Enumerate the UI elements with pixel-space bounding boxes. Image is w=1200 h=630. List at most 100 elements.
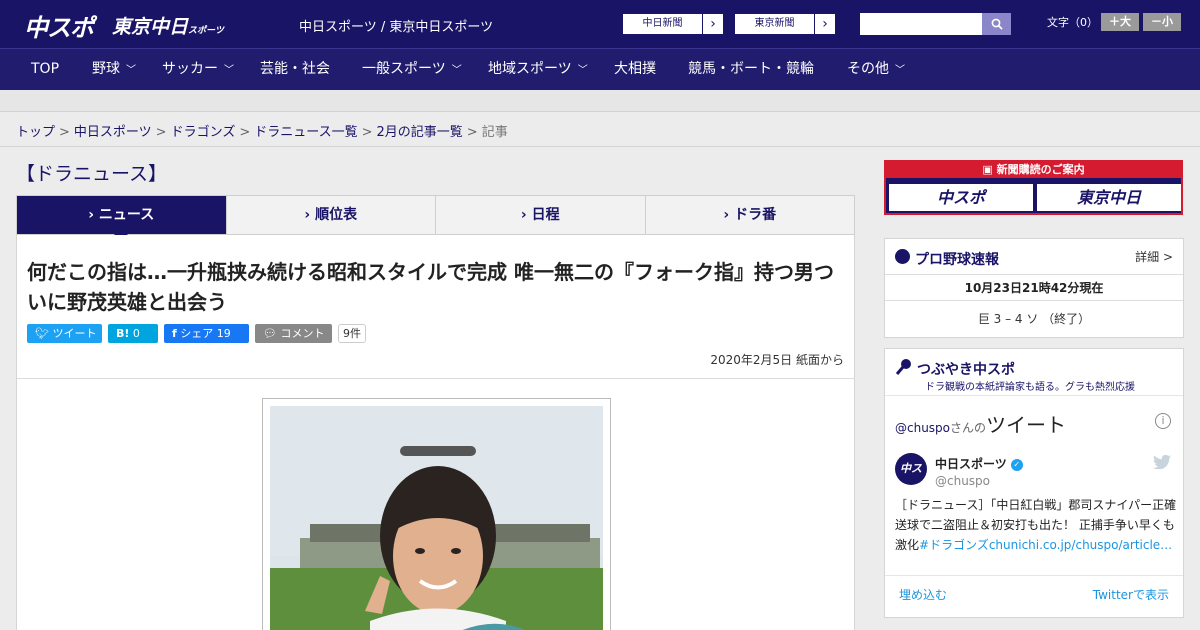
article-photo[interactable] [262, 398, 611, 630]
twitter-widget: つぶやき中スポ ドラ観戦の本紙評論家も語る。グラも熱烈応援 @chuspoさんの… [884, 348, 1184, 618]
article-title: 何だこの指は…一升瓶挟み続ける昭和スタイルで完成 唯一無二の『フォーク指』持つ男… [27, 260, 834, 314]
twitter-bird-icon[interactable] [1153, 455, 1171, 469]
breadcrumb-separator: > [239, 125, 251, 140]
top-header: 中スポ 東京中日スポーツ 中日スポーツ / 東京中日スポーツ 中日新聞 › 東京… [0, 0, 1200, 48]
chunichi-shimbun-label: 中日新聞 [623, 14, 703, 34]
chevron-down-icon: ﹀ [224, 65, 234, 76]
breadcrumb-separator: > [361, 125, 373, 140]
tweets-handle-heading: @chuspoさんのツイート [895, 409, 1066, 438]
tab-schedule[interactable]: › 日程 [436, 196, 646, 234]
nav-label: サッカー [162, 61, 218, 77]
chevron-down-icon: ﹀ [451, 65, 462, 76]
subscribe-tokyo-logo[interactable]: 東京中日 [1037, 184, 1181, 211]
chunichi-shimbun-button[interactable]: 中日新聞 › [622, 13, 724, 35]
tweet-user-handle[interactable]: @chuspo [935, 474, 990, 488]
view-on-twitter-link[interactable]: Twitterで表示 [1093, 586, 1169, 603]
nav-label: 地域スポーツ [488, 61, 572, 77]
subscribe-heading-text: 新聞購読のご案内 [996, 163, 1085, 176]
baseball-icon [895, 249, 910, 264]
breadcrumb-link-chunichi-sports[interactable]: 中日スポーツ [74, 125, 152, 140]
comment-label: コメント [280, 326, 325, 340]
tab-standings[interactable]: › 順位表 [227, 196, 436, 234]
hatena-count: 0 [132, 326, 140, 340]
breadcrumb-separator: > [155, 125, 167, 140]
embed-link[interactable]: 埋め込む [899, 586, 947, 603]
chuspo-logo[interactable]: 中スポ [24, 8, 94, 42]
search-icon [991, 18, 1003, 30]
nav-item-soccer[interactable]: サッカー ﹀ [162, 49, 234, 91]
comment-icon: 💬︎ [263, 326, 281, 340]
breadcrumb-separator: > [466, 125, 478, 140]
text-size-label: 文字（0） [1047, 16, 1098, 29]
nav-item-other[interactable]: その他 ﹀ [847, 49, 905, 91]
nav-label: その他 [847, 61, 889, 77]
breadcrumb: トップ > 中日スポーツ > ドラゴンズ > ドラニュース一覧 >2月の記事一覧 > 記事 [16, 121, 508, 140]
tweets-title: つぶやき中スポ [917, 362, 1015, 378]
nav-label: 競馬・ボート・競輪 [688, 61, 814, 77]
text-size-up-button[interactable]: ＋大 [1101, 13, 1139, 31]
tokyo-shimbun-button[interactable]: 東京新聞 › [734, 13, 836, 35]
avatar[interactable]: 中スポ [895, 453, 927, 507]
breadcrumb-link-top[interactable]: トップ [16, 125, 55, 140]
score-detail-link[interactable]: 詳細 > [1135, 248, 1173, 265]
tweet-link[interactable]: #ドラゴンズchunichi.co.jp/chuspo/article… [919, 538, 1172, 552]
nav-label: 大相撲 [614, 61, 656, 77]
section-title: 【ドラニュース】 [16, 163, 168, 185]
nav-item-local-sports[interactable]: 地域スポーツ ﹀ [488, 49, 588, 91]
nav-label: TOP [31, 61, 60, 77]
baseball-score-widget: プロ野球速報 詳細 > 10月23日21時42分現在 巨 3 – 4 ソ （終了… [884, 238, 1184, 338]
tweet-user-name-text: 中日スポーツ [935, 457, 1007, 471]
tokyo-chunichi-logo[interactable]: 東京中日スポーツ [112, 12, 224, 42]
tab-chevron-icon: › [88, 207, 95, 223]
breadcrumb-link-february[interactable]: 2月の記事一覧 [377, 125, 463, 140]
breadcrumb-link-dragons[interactable]: ドラゴンズ [171, 125, 236, 140]
chevron-right-icon: › [822, 16, 828, 32]
tab-label: 順位表 [315, 207, 358, 223]
player-photo-illustration [270, 406, 603, 630]
tab-label: 日程 [531, 207, 560, 223]
sub-bar [0, 90, 1200, 112]
photo-image [270, 406, 603, 630]
facebook-share-label: シェア [180, 326, 214, 340]
tab-label: ドラ番 [734, 207, 777, 223]
text-size-down-button[interactable]: －小 [1143, 13, 1181, 31]
tweets-heading-big: ツイート [986, 413, 1067, 437]
breadcrumb-separator: > [59, 125, 70, 140]
tweet-button[interactable]: 🐦︎ ツイート [27, 323, 102, 343]
tweets-subtitle: ドラ観戦の本紙評論家も語る。グラも熱烈応援 [925, 382, 1135, 393]
microphone-icon [895, 359, 911, 375]
site-names-link[interactable]: 中日スポーツ / 東京中日スポーツ [299, 16, 493, 35]
subscribe-heading: ▣ 新聞購読のご案内 [886, 162, 1181, 178]
breadcrumb-link-news-list[interactable]: ドラニュース一覧 [254, 125, 357, 140]
main-nav: TOP 野球 ﹀ サッカー ﹀ 芸能・社会 一般スポーツ ﹀ 地域スポーツ ﹀ 大相撲 … [0, 48, 1200, 90]
tab-bar: › ニュース › 順位表 › 日程 › ドラ番 [16, 195, 855, 241]
hatena-bookmark-button[interactable]: B! 0 [108, 323, 158, 343]
facebook-share-count: 19 [216, 326, 231, 340]
subscribe-banner[interactable]: ▣ 新聞購読のご案内 中スポ 東京中日 [884, 160, 1183, 215]
tokyo-logo-sub: スポーツ [188, 26, 224, 36]
comment-count[interactable]: 9件 [338, 323, 366, 343]
tab-reporter[interactable]: › ドラ番 [646, 196, 855, 234]
info-icon[interactable]: i [1155, 413, 1171, 429]
breadcrumb-current: 記事 [481, 125, 508, 140]
facebook-share-button[interactable]: f シェア 19 [164, 323, 249, 343]
tab-chevron-icon: › [520, 207, 527, 223]
nav-item-general-sports[interactable]: 一般スポーツ ﹀ [362, 49, 462, 91]
newspaper-icon: ▣ [982, 163, 997, 176]
score-game-result[interactable]: 巨 3 – 4 ソ （終了） [885, 310, 1183, 327]
nav-label: 野球 [92, 61, 120, 77]
nav-item-entertainment[interactable]: 芸能・社会 [260, 49, 330, 91]
search-button[interactable] [982, 13, 1011, 35]
tab-news[interactable]: › ニュース [17, 196, 227, 241]
tweet-user-name[interactable]: 中日スポーツ ✓ [935, 455, 1023, 472]
nav-item-baseball[interactable]: 野球 ﹀ [92, 49, 136, 91]
nav-label: 一般スポーツ [362, 61, 446, 77]
comment-button[interactable]: 💬︎ コメント [255, 323, 332, 343]
nav-item-racing[interactable]: 競馬・ボート・競輪 [688, 49, 814, 91]
subscribe-chuspo-logo[interactable]: 中スポ [889, 184, 1033, 211]
nav-item-top[interactable]: TOP [31, 49, 59, 91]
twitter-handle-link[interactable]: @chuspo [895, 421, 950, 435]
nav-item-sumo[interactable]: 大相撲 [614, 49, 656, 91]
facebook-icon: f [172, 326, 177, 340]
search-input[interactable] [860, 13, 982, 35]
